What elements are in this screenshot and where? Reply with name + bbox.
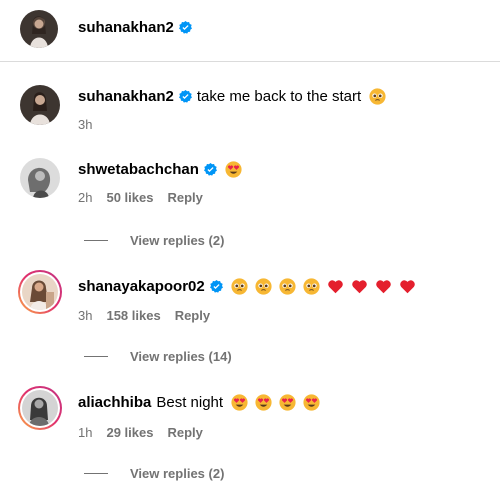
view-replies-label[interactable]: View replies (2) bbox=[130, 233, 224, 248]
header-avatar[interactable] bbox=[20, 10, 58, 48]
heart-eyes-icon bbox=[255, 394, 272, 411]
red-heart-icon bbox=[351, 280, 367, 294]
comment-time: 1h bbox=[78, 425, 93, 440]
comment-username[interactable]: shwetabachchan bbox=[78, 161, 199, 178]
comment-avatar[interactable] bbox=[20, 85, 60, 125]
view-replies-label[interactable]: View replies (2) bbox=[130, 466, 224, 481]
comment-line: aliachhiba Best night bbox=[78, 394, 320, 411]
reply-button[interactable]: Reply bbox=[175, 308, 210, 323]
heart-eyes-icon bbox=[231, 394, 248, 411]
pleading-face-icon bbox=[231, 278, 248, 295]
replies-divider bbox=[84, 240, 108, 241]
comment-line: shanayakapoor02 bbox=[78, 278, 416, 295]
verified-badge-icon bbox=[178, 21, 192, 34]
comment-line: suhanakhan2 take me back to the start bbox=[78, 88, 386, 105]
comment-text: Best night bbox=[156, 394, 224, 411]
reply-button[interactable]: Reply bbox=[167, 190, 202, 205]
view-replies-button[interactable]: View replies (14) bbox=[84, 349, 232, 364]
emoji-group bbox=[231, 278, 416, 295]
comment-avatar[interactable] bbox=[20, 158, 60, 198]
heart-eyes-icon bbox=[225, 161, 242, 178]
comment-time: 2h bbox=[78, 190, 93, 205]
comment-likes[interactable]: 158 likes bbox=[106, 308, 160, 323]
replies-divider bbox=[84, 356, 108, 357]
replies-divider bbox=[84, 473, 108, 474]
pleading-face-icon bbox=[369, 88, 386, 105]
comment-time: 3h bbox=[78, 308, 93, 323]
verified-badge-icon bbox=[209, 280, 223, 293]
view-replies-button[interactable]: View replies (2) bbox=[84, 466, 224, 481]
comment-time: 3h bbox=[78, 117, 93, 132]
comment-username[interactable]: shanayakapoor02 bbox=[78, 278, 205, 295]
comment-meta: 3h 158 likes Reply bbox=[78, 308, 210, 323]
emoji-group bbox=[369, 88, 386, 105]
comment-meta: 1h 29 likes Reply bbox=[78, 425, 203, 440]
pleading-face-icon bbox=[255, 278, 272, 295]
comment-meta: 2h 50 likes Reply bbox=[78, 190, 203, 205]
emoji-group bbox=[225, 161, 242, 178]
reply-button[interactable]: Reply bbox=[167, 425, 202, 440]
verified-badge-icon bbox=[178, 90, 192, 103]
header-username-text[interactable]: suhanakhan2 bbox=[78, 19, 174, 36]
comment-username[interactable]: aliachhiba bbox=[78, 394, 151, 411]
pleading-face-icon bbox=[279, 278, 296, 295]
heart-eyes-icon bbox=[279, 394, 296, 411]
comment-username[interactable]: suhanakhan2 bbox=[78, 88, 174, 105]
emoji-group bbox=[231, 394, 320, 411]
view-replies-button[interactable]: View replies (2) bbox=[84, 233, 224, 248]
comment-meta: 3h bbox=[78, 117, 92, 132]
pleading-face-icon bbox=[303, 278, 320, 295]
view-replies-label[interactable]: View replies (14) bbox=[130, 349, 232, 364]
red-heart-icon bbox=[375, 280, 391, 294]
red-heart-icon bbox=[327, 280, 343, 294]
header-username[interactable]: suhanakhan2 bbox=[78, 19, 192, 36]
comment-likes[interactable]: 29 likes bbox=[106, 425, 153, 440]
post-header: suhanakhan2 bbox=[0, 0, 500, 62]
comment-likes[interactable]: 50 likes bbox=[106, 190, 153, 205]
verified-badge-icon bbox=[203, 163, 217, 176]
comment-line: shwetabachchan bbox=[78, 161, 242, 178]
comment-avatar[interactable] bbox=[22, 390, 58, 426]
heart-eyes-icon bbox=[303, 394, 320, 411]
red-heart-icon bbox=[399, 280, 415, 294]
comment-text: take me back to the start bbox=[196, 88, 362, 105]
comment-avatar[interactable] bbox=[22, 274, 58, 310]
